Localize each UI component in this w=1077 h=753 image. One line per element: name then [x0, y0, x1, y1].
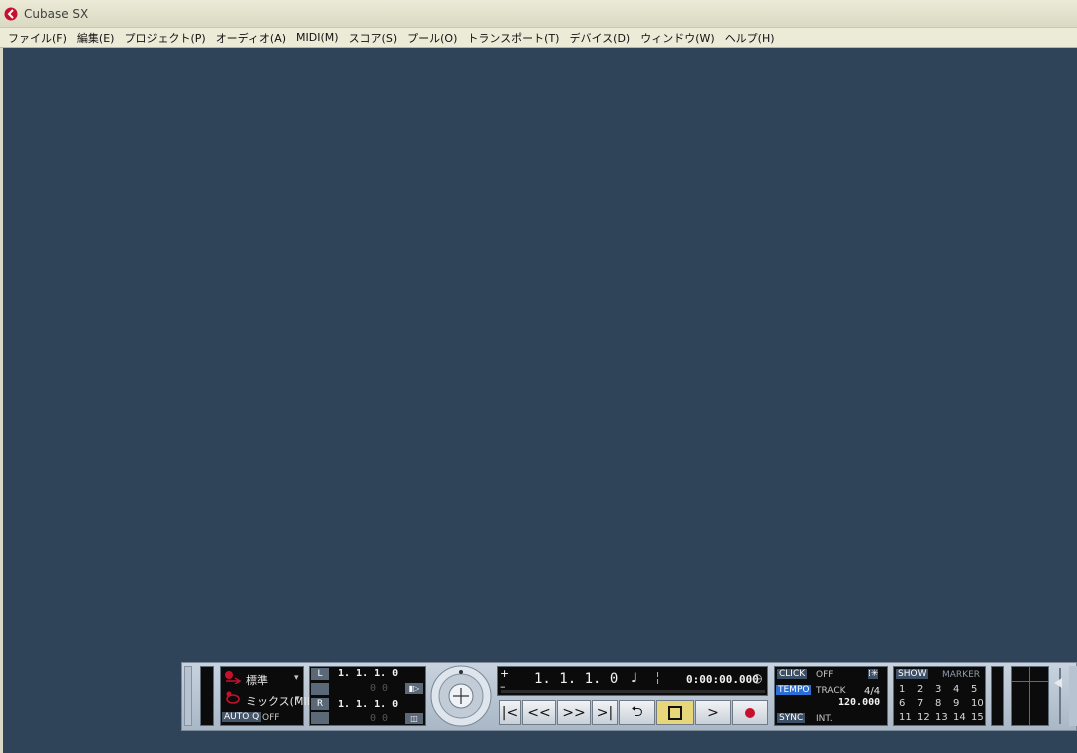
sync-button[interactable]: SYNC	[777, 713, 806, 723]
project-workspace	[3, 48, 1077, 753]
marker-button-9[interactable]: 9	[953, 698, 959, 709]
marker-button-8[interactable]: 8	[935, 698, 941, 709]
jog-shuttle-wheel[interactable]	[429, 664, 493, 728]
auto-q-button[interactable]: AUTO Q	[222, 712, 262, 722]
show-markers-button[interactable]: SHOW	[896, 669, 929, 679]
right-locator-button[interactable]: R	[311, 698, 329, 710]
tempo-value[interactable]: 120.000	[838, 697, 880, 708]
play-button[interactable]: >	[695, 700, 731, 725]
nudge-plus-button[interactable]: +	[500, 667, 509, 680]
record-mode-select[interactable]: 標準	[246, 672, 268, 688]
marker-button-12[interactable]: 12	[917, 712, 930, 723]
time-signature[interactable]: 4/4	[864, 686, 880, 697]
tempo-mode: TRACK	[816, 686, 846, 696]
marker-button-10[interactable]: 10	[971, 698, 984, 709]
left-locator-value[interactable]: 1. 1. 1. 0	[338, 668, 398, 679]
menu-file[interactable]: ファイル(F)	[3, 30, 72, 46]
pre-roll-button[interactable]: ▮▷	[405, 683, 423, 694]
metronome-marker-icon: ╎	[654, 671, 662, 685]
marker-button-6[interactable]: 6	[899, 698, 905, 709]
rewind-button[interactable]: <<	[522, 700, 556, 725]
marker-button-1[interactable]: 1	[899, 684, 905, 695]
note-icon: ♩	[631, 671, 638, 686]
sync-value: INT.	[816, 714, 833, 724]
marker-button-13[interactable]: 13	[935, 712, 948, 723]
menu-midi[interactable]: MIDI(M)	[291, 31, 344, 44]
menu-transport[interactable]: トランスポート(T)	[462, 30, 564, 46]
transport-grip-right[interactable]	[1069, 666, 1077, 726]
transport-grip[interactable]	[184, 666, 192, 726]
menu-devices[interactable]: デバイス(D)	[564, 30, 635, 46]
position-slider[interactable]	[501, 690, 765, 693]
post-roll-button[interactable]: ◫	[405, 713, 423, 724]
menu-pool[interactable]: プール(O)	[402, 30, 462, 46]
marker-button-5[interactable]: 5	[971, 684, 977, 695]
menu-window[interactable]: ウィンドウ(W)	[635, 30, 719, 46]
marker-button-11[interactable]: 11	[899, 712, 912, 723]
menu-project[interactable]: プロジェクト(P)	[119, 30, 210, 46]
record-mode-dropdown-icon[interactable]: ▾	[294, 673, 299, 683]
menu-edit[interactable]: 編集(E)	[72, 30, 120, 46]
click-value: OFF	[816, 670, 834, 680]
menu-score[interactable]: スコア(S)	[344, 30, 403, 46]
go-to-right-locator-button[interactable]: >|	[592, 700, 618, 725]
punch-out-button[interactable]	[311, 712, 329, 724]
master-volume-slider[interactable]	[1054, 666, 1066, 726]
window-title: Cubase SX	[24, 7, 89, 21]
marker-button-2[interactable]: 2	[917, 684, 923, 695]
marker-button-15[interactable]: 15	[971, 712, 984, 723]
menu-audio[interactable]: オーディオ(A)	[211, 30, 291, 46]
cycle-mode-icon	[226, 691, 240, 704]
cycle-icon: ⮌	[631, 703, 643, 720]
play-icon: >	[707, 704, 719, 721]
punch-in-button[interactable]	[311, 683, 329, 695]
record-button[interactable]	[732, 700, 768, 725]
right-locator-sub: 0 0	[370, 713, 389, 724]
stop-button[interactable]	[656, 700, 694, 725]
right-locator-value[interactable]: 1. 1. 1. 0	[338, 699, 398, 710]
stop-icon	[668, 705, 682, 720]
cycle-mode-select[interactable]: ミックス(MII	[246, 693, 310, 709]
skip-back-icon: |<	[501, 704, 519, 721]
left-locator-button[interactable]: L	[311, 668, 329, 680]
marker-button-14[interactable]: 14	[953, 712, 966, 723]
fast-forward-icon: >>	[562, 704, 586, 721]
record-icon	[745, 707, 755, 718]
marker-button-3[interactable]: 3	[935, 684, 941, 695]
title-bar: Cubase SX	[0, 0, 1077, 28]
output-level-meter-small	[991, 666, 1004, 726]
input-level-meter	[200, 666, 214, 726]
cycle-mode-dropdown-icon[interactable]: ▾	[295, 694, 300, 704]
cubase-logo-icon	[4, 7, 18, 21]
click-settings-icon[interactable]: ⁞✳	[868, 669, 879, 679]
skip-forward-icon: >|	[596, 704, 614, 721]
rewind-icon: <<	[527, 704, 551, 721]
position-time[interactable]: 0:00:00.000	[686, 673, 759, 686]
click-button[interactable]: CLICK	[777, 669, 808, 679]
auto-q-value: OFF	[262, 713, 280, 723]
menu-bar: ファイル(F) 編集(E) プロジェクト(P) オーディオ(A) MIDI(M)…	[0, 28, 1077, 48]
marker-button-7[interactable]: 7	[917, 698, 923, 709]
clock-icon: ◷	[752, 671, 763, 685]
fast-forward-button[interactable]: >>	[557, 700, 591, 725]
marker-label: MARKER	[942, 670, 981, 680]
cycle-button[interactable]: ⮌	[619, 700, 655, 725]
left-locator-sub: 0 0	[370, 683, 389, 694]
go-to-left-locator-button[interactable]: |<	[499, 700, 521, 725]
tempo-button[interactable]: TEMPO	[776, 685, 812, 695]
output-level-meter	[1011, 666, 1049, 726]
marker-button-4[interactable]: 4	[953, 684, 959, 695]
record-mode-icon	[225, 671, 242, 684]
position-bars[interactable]: 1. 1. 1. 0	[534, 671, 618, 687]
menu-help[interactable]: ヘルプ(H)	[720, 30, 780, 46]
